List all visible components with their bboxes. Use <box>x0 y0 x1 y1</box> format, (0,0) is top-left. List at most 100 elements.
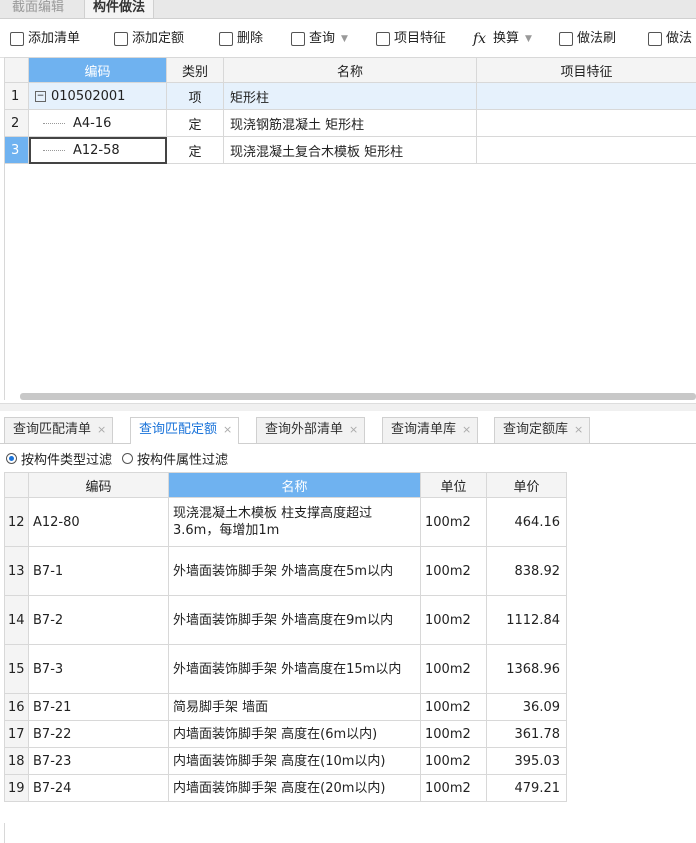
tab-component-method[interactable]: 构件做法 <box>84 0 155 18</box>
delete-button[interactable]: 删除 <box>219 29 263 49</box>
feature-cell[interactable] <box>476 109 696 137</box>
table-row[interactable]: 17 B7-22 内墙面装饰脚手架 高度在(6m以内) 100m2 361.78 <box>4 720 567 748</box>
unit-cell[interactable]: 100m2 <box>420 644 487 694</box>
table-row[interactable]: 19 B7-24 内墙面装饰脚手架 高度在(20m以内) 100m2 479.2… <box>4 774 567 802</box>
column-header-feature[interactable]: 项目特征 <box>476 57 696 83</box>
horizontal-scrollbar[interactable] <box>20 393 696 400</box>
tab-query-list-library[interactable]: 查询清单库 × <box>382 417 479 443</box>
add-quota-button[interactable]: 添加定额 <box>114 29 184 49</box>
table-row[interactable]: 18 B7-23 内墙面装饰脚手架 高度在(10m以内) 100m2 395.0… <box>4 747 567 775</box>
price-cell[interactable]: 838.92 <box>486 546 567 596</box>
name-cell[interactable]: 外墙面装饰脚手架 外墙高度在15m以内 <box>168 644 421 694</box>
table-row[interactable]: 12 A12-80 现浇混凝土木模板 柱支撑高度超过3.6m，每增加1m 100… <box>4 497 567 547</box>
price-cell[interactable]: 36.09 <box>486 693 567 721</box>
unit-cell[interactable]: 100m2 <box>420 595 487 645</box>
code-cell[interactable]: B7-24 <box>28 774 169 802</box>
name-cell[interactable]: 矩形柱 <box>223 82 477 110</box>
price-cell[interactable]: 1112.84 <box>486 595 567 645</box>
table-row[interactable]: 14 B7-2 外墙面装饰脚手架 外墙高度在9m以内 100m2 1112.84 <box>4 595 567 645</box>
column-header-unit[interactable]: 单位 <box>420 472 487 498</box>
unit-cell[interactable]: 100m2 <box>420 774 487 802</box>
unit-cell[interactable]: 100m2 <box>420 497 487 547</box>
code-cell[interactable]: B7-22 <box>28 720 169 748</box>
name-cell[interactable]: 内墙面装饰脚手架 高度在(6m以内) <box>168 720 421 748</box>
name-cell[interactable]: 简易脚手架 墙面 <box>168 693 421 721</box>
tab-query-match-list[interactable]: 查询匹配清单 × <box>4 417 114 443</box>
type-cell[interactable]: 定 <box>166 136 224 164</box>
name-cell[interactable]: 内墙面装饰脚手架 高度在(20m以内) <box>168 774 421 802</box>
code-cell[interactable]: B7-1 <box>28 546 169 596</box>
row-number: 15 <box>4 644 29 694</box>
name-cell[interactable]: 现浇混凝土木模板 柱支撑高度超过3.6m，每增加1m <box>168 497 421 547</box>
unit-cell[interactable]: 100m2 <box>420 546 487 596</box>
filter-by-type-option[interactable]: 按构件类型过滤 <box>6 449 112 468</box>
price-cell[interactable]: 361.78 <box>486 720 567 748</box>
column-header-price[interactable]: 单价 <box>486 472 567 498</box>
method-brush-button[interactable]: 做法刷 <box>559 29 616 49</box>
tree-connector <box>43 149 65 151</box>
collapse-icon[interactable]: − <box>35 90 46 102</box>
unit-cell[interactable]: 100m2 <box>420 693 487 721</box>
price-cell[interactable]: 479.21 <box>486 774 567 802</box>
close-icon[interactable]: × <box>574 423 583 436</box>
column-header-name[interactable]: 名称 <box>223 57 477 83</box>
delete-label: 删除 <box>237 31 264 46</box>
table-row[interactable]: 2 A4-16 定 现浇钢筋混凝土 矩形柱 <box>4 109 696 137</box>
code-cell[interactable]: B7-2 <box>28 595 169 645</box>
tab-label: 查询清单库 <box>391 422 457 437</box>
filter-by-type-label: 按构件类型过滤 <box>21 452 113 468</box>
close-icon[interactable]: × <box>223 423 232 436</box>
type-cell[interactable]: 项 <box>166 82 224 110</box>
chevron-down-icon[interactable]: ▼ <box>525 29 532 49</box>
item-feature-label: 项目特征 <box>394 31 447 46</box>
column-header-type[interactable]: 类别 <box>166 57 224 83</box>
name-cell[interactable]: 外墙面装饰脚手架 外墙高度在5m以内 <box>168 546 421 596</box>
price-cell[interactable]: 464.16 <box>486 497 567 547</box>
radio-icon[interactable] <box>122 452 134 464</box>
close-icon[interactable]: × <box>462 423 471 436</box>
chevron-down-icon[interactable]: ▼ <box>341 29 348 49</box>
unit-cell[interactable]: 100m2 <box>420 747 487 775</box>
code-cell[interactable]: B7-21 <box>28 693 169 721</box>
code-cell[interactable]: A12-58 <box>28 136 167 164</box>
code-cell[interactable]: A12-80 <box>28 497 169 547</box>
feature-cell[interactable] <box>476 136 696 164</box>
tab-query-match-quota[interactable]: 查询匹配定额 × <box>130 417 240 444</box>
row-number-header <box>4 57 29 83</box>
code-cell[interactable]: −010502001 <box>28 82 167 110</box>
table-row[interactable]: 16 B7-21 简易脚手架 墙面 100m2 36.09 <box>4 693 567 721</box>
calc-button[interactable]: fx 换算 ▼ <box>473 29 532 49</box>
code-cell[interactable]: B7-3 <box>28 644 169 694</box>
filter-by-attr-option[interactable]: 按构件属性过滤 <box>122 449 228 468</box>
close-icon[interactable]: × <box>349 423 358 436</box>
name-cell[interactable]: 外墙面装饰脚手架 外墙高度在9m以内 <box>168 595 421 645</box>
item-feature-button[interactable]: 项目特征 <box>376 29 446 49</box>
method-button[interactable]: 做法 <box>648 29 692 49</box>
code-cell[interactable]: A4-16 <box>28 109 167 137</box>
column-header-code[interactable]: 编码 <box>28 472 169 498</box>
query-button[interactable]: 查询 ▼ <box>291 29 348 49</box>
price-cell[interactable]: 1368.96 <box>486 644 567 694</box>
feature-cell[interactable] <box>476 82 696 110</box>
table-row[interactable]: 3 A12-58 定 现浇混凝土复合木模板 矩形柱 <box>4 136 696 164</box>
table-row[interactable]: 13 B7-1 外墙面装饰脚手架 外墙高度在5m以内 100m2 838.92 <box>4 546 567 596</box>
name-cell[interactable]: 内墙面装饰脚手架 高度在(10m以内) <box>168 747 421 775</box>
tab-query-external-list[interactable]: 查询外部清单 × <box>256 417 366 443</box>
method-brush-label: 做法刷 <box>577 31 617 46</box>
name-cell[interactable]: 现浇钢筋混凝土 矩形柱 <box>223 109 477 137</box>
radio-selected-icon[interactable] <box>6 452 17 464</box>
close-icon[interactable]: × <box>97 423 106 436</box>
name-cell[interactable]: 现浇混凝土复合木模板 矩形柱 <box>223 136 477 164</box>
unit-cell[interactable]: 100m2 <box>420 720 487 748</box>
code-cell[interactable]: B7-23 <box>28 747 169 775</box>
tab-section-edit[interactable]: 截面编辑 <box>4 0 72 18</box>
tab-label: 查询匹配清单 <box>13 422 92 437</box>
table-row[interactable]: 1 −010502001 项 矩形柱 <box>4 82 696 110</box>
column-header-code[interactable]: 编码 <box>28 57 167 83</box>
table-row[interactable]: 15 B7-3 外墙面装饰脚手架 外墙高度在15m以内 100m2 1368.9… <box>4 644 567 694</box>
add-list-button[interactable]: 添加清单 <box>10 29 80 49</box>
type-cell[interactable]: 定 <box>166 109 224 137</box>
column-header-name[interactable]: 名称 <box>168 472 421 498</box>
price-cell[interactable]: 395.03 <box>486 747 567 775</box>
tab-query-quota-library[interactable]: 查询定额库 × <box>494 417 591 443</box>
